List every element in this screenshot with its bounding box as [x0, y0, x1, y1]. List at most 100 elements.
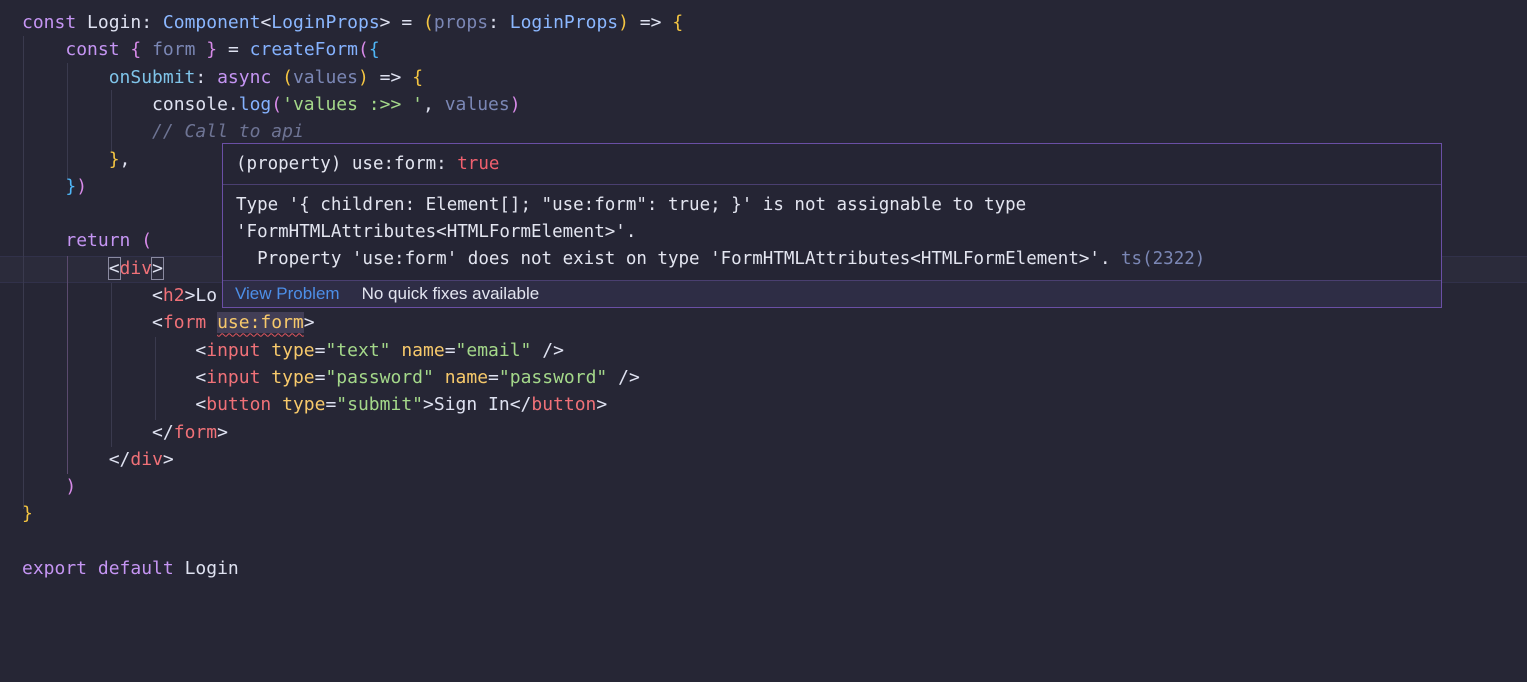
code-token: <	[195, 366, 207, 388]
code-token: name	[444, 366, 489, 388]
code-token: =>	[628, 12, 673, 33]
hover-signature-prefix: (property) use:form:	[236, 154, 458, 174]
code-line[interactable]: const { form } = createForm({	[22, 36, 380, 63]
code-token: }	[65, 175, 77, 197]
code-line[interactable]: <div>	[22, 255, 164, 282]
code-token: values	[444, 93, 510, 115]
code-token: >	[217, 421, 228, 443]
no-quick-fixes-label: No quick fixes available	[361, 284, 540, 303]
code-token: >Lo	[184, 285, 218, 306]
code-line[interactable]: console.log('values :>> ', values)	[22, 91, 521, 118]
code-token: .	[227, 93, 239, 115]
code-token: <	[152, 285, 163, 306]
code-token: "text"	[325, 339, 402, 361]
code-token: />	[618, 366, 640, 388]
bracket-match-highlight: >	[151, 256, 164, 280]
code-token: :	[195, 66, 218, 88]
code-token: {	[368, 39, 380, 61]
code-token: createForm	[249, 39, 359, 61]
hover-message-line: 'FormHTMLAttributes<HTMLFormElement>'.	[236, 222, 637, 242]
code-token: LoginProps	[509, 12, 619, 33]
hover-signature-value: true	[457, 154, 500, 174]
code-line[interactable]: },	[22, 146, 131, 173]
code-token: )	[509, 93, 521, 115]
code-line[interactable]: }	[22, 500, 33, 527]
code-token: div	[130, 448, 163, 470]
code-line[interactable]: const Login: Component<LoginProps> = (pr…	[22, 9, 683, 36]
code-token: "password"	[325, 366, 445, 388]
code-token: {	[672, 12, 684, 33]
code-token: =	[444, 339, 456, 361]
code-line[interactable]: <h2>Lo	[22, 282, 217, 309]
code-token: button	[531, 394, 597, 416]
code-line[interactable]: return (	[22, 227, 152, 254]
code-editor[interactable]: const Login: Component<LoginProps> = (pr…	[0, 0, 1527, 682]
code-line[interactable]: </form>	[22, 419, 228, 446]
code-line[interactable]: })	[22, 173, 87, 200]
code-token: >	[303, 312, 315, 334]
code-line[interactable]: onSubmit: async (values) => {	[22, 64, 423, 91]
code-line[interactable]: )	[22, 473, 76, 500]
code-token: }	[108, 148, 120, 170]
code-token: >Sign In</	[423, 394, 532, 416]
code-token: "submit"	[336, 394, 423, 416]
code-token: log	[238, 93, 272, 115]
code-line[interactable]: <button type="submit">Sign In</button>	[22, 391, 607, 418]
code-token: >	[162, 448, 174, 470]
bracket-match-highlight: <	[107, 256, 121, 280]
code-token: props	[433, 12, 489, 33]
code-token: :	[141, 12, 163, 33]
code-line[interactable]: export default Login	[22, 555, 239, 582]
code-token: ,	[423, 93, 445, 115]
code-token: return	[65, 230, 142, 252]
code-token: Login	[87, 12, 142, 33]
code-token: type	[271, 339, 315, 361]
code-token: // Call to api	[152, 121, 304, 143]
hover-message-line: Property 'use:form' does not exist on ty…	[236, 249, 1206, 269]
code-token: =	[488, 366, 499, 388]
code-token: }	[22, 503, 33, 525]
error-code: ts(2322)	[1121, 249, 1206, 269]
hover-actions-bar: View Problem No quick fixes available	[223, 281, 1441, 307]
code-token: > =	[379, 12, 424, 33]
code-token: />	[542, 339, 564, 361]
code-token: button	[206, 394, 283, 416]
hover-error-message: Type '{ children: Element[]; "use:form":…	[223, 185, 1441, 281]
code-line[interactable]: <form use:form>	[22, 309, 315, 336]
code-token: =	[217, 39, 250, 61]
code-token: input	[206, 366, 272, 388]
code-line[interactable]: // Call to api	[22, 118, 304, 145]
code-token: <	[195, 394, 207, 416]
code-line[interactable]: <input type="password" name="password" /…	[22, 364, 640, 391]
code-token: Login	[184, 558, 239, 579]
view-problem-link[interactable]: View Problem	[235, 284, 340, 303]
code-token: "password"	[498, 366, 619, 388]
code-token: div	[119, 257, 153, 279]
code-token: LoginProps	[271, 12, 380, 33]
code-token: Component	[162, 12, 261, 33]
code-line[interactable]: </div>	[22, 446, 174, 473]
hover-signature: (property) use:form: true	[223, 144, 1441, 185]
code-token: type	[282, 394, 326, 416]
code-token: name	[401, 339, 445, 361]
code-token: (	[141, 230, 153, 252]
code-token: <	[260, 12, 272, 33]
hover-message-line: Type '{ children: Element[]; "use:form":…	[236, 195, 1027, 215]
code-line[interactable]: <input type="text" name="email" />	[22, 337, 564, 364]
code-token: ,	[119, 148, 131, 170]
code-token: =	[314, 366, 326, 388]
code-token: =>	[368, 66, 413, 88]
code-token: form	[152, 39, 196, 61]
code-token: "email"	[455, 339, 543, 361]
